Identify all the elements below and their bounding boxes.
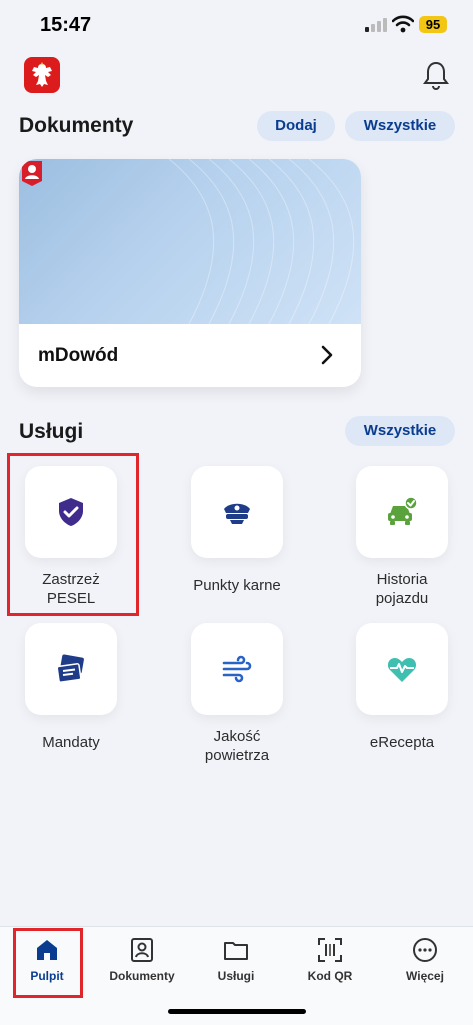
tab-label: Więcej (406, 969, 444, 983)
all-documents-button[interactable]: Wszystkie (345, 111, 455, 141)
id-person-icon (22, 161, 42, 186)
service-historia-pojazdu[interactable]: Historia pojazdu (332, 466, 472, 608)
service-erecepta[interactable]: eRecepta (332, 623, 472, 752)
service-tile[interactable] (191, 623, 283, 715)
heart-pulse-icon (387, 658, 417, 682)
service-label: Punkty karne (193, 577, 281, 594)
car-check-icon (388, 496, 418, 525)
more-icon (413, 938, 437, 962)
tab-wiecej[interactable]: Więcej (378, 937, 472, 983)
wifi-icon (392, 15, 414, 33)
service-tile[interactable] (191, 466, 283, 558)
signal-icon (365, 18, 387, 32)
wind-icon (222, 655, 252, 683)
service-mandaty[interactable]: Mandaty (1, 623, 141, 752)
all-services-button[interactable]: Wszystkie (345, 416, 455, 446)
tab-uslugi[interactable]: Usługi (189, 937, 283, 983)
service-label: eRecepta (369, 734, 435, 751)
service-label: Historia pojazdu (375, 571, 429, 607)
tab-label: Usługi (217, 969, 255, 983)
service-tile[interactable] (25, 623, 117, 715)
document-name: mDowód (38, 345, 119, 366)
qr-scan-icon (318, 938, 342, 962)
status-time: 15:47 (40, 14, 92, 36)
folder-icon (224, 942, 248, 960)
document-card-artwork (19, 159, 361, 324)
bell-icon[interactable] (423, 60, 449, 90)
tab-label: Kod QR (307, 969, 353, 983)
id-card-icon (131, 938, 153, 962)
add-document-button[interactable]: Dodaj (257, 111, 335, 141)
tab-kod-qr[interactable]: Kod QR (283, 937, 377, 983)
home-indicator (168, 1009, 306, 1014)
service-jakosc-powietrza[interactable]: Jakość powietrza (167, 623, 307, 765)
service-tile[interactable] (356, 623, 448, 715)
highlight-tab-pulpit (13, 928, 83, 998)
battery-indicator: 95 (419, 16, 447, 33)
status-bar: 15:47 95 (0, 0, 473, 50)
service-tile[interactable] (356, 466, 448, 558)
police-cap-icon (224, 503, 250, 524)
eagle-emblem-icon (24, 57, 60, 93)
tab-dokumenty[interactable]: Dokumenty (95, 937, 189, 983)
tickets-icon (56, 654, 84, 683)
services-title: Usługi (19, 420, 84, 443)
chevron-right-icon[interactable] (319, 345, 335, 365)
service-punkty-karne[interactable]: Punkty karne (167, 466, 307, 595)
highlight-zastrzez-pesel (7, 453, 139, 616)
documents-title: Dokumenty (19, 114, 134, 137)
tab-label: Dokumenty (109, 969, 175, 983)
mdowod-card[interactable]: mDowód (19, 159, 361, 387)
service-label: Jakość powietrza (204, 728, 270, 764)
service-label: Mandaty (42, 734, 100, 751)
